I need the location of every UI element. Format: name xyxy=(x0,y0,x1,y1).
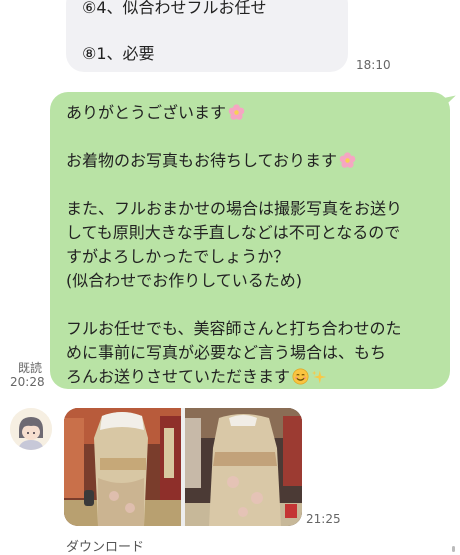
outgoing-message-text: ありがとうございます お着物のお写真もお待ちしております また、フルおまかせの場… xyxy=(66,101,446,389)
message-line: (似合わせでお作りしているため) xyxy=(66,271,303,290)
scroll-indicator xyxy=(452,546,455,552)
photo-message[interactable] xyxy=(64,408,302,526)
kimono-photo[interactable] xyxy=(185,408,302,526)
avatar-icon[interactable] xyxy=(10,408,52,450)
message-timestamp: 21:25 xyxy=(306,512,341,526)
message-line: フルお任せでも、美容師さんと打ち合わせのた xyxy=(66,319,402,338)
cherry-blossom-icon xyxy=(228,104,245,120)
message-timestamp: 18:10 xyxy=(356,58,391,72)
cherry-blossom-icon xyxy=(339,152,356,168)
message-timestamp: 20:28 xyxy=(10,375,45,389)
kimono-photo[interactable] xyxy=(64,408,181,526)
message-line: しても原則大きな手直しなどは不可となるので xyxy=(66,223,401,242)
sparkles-icon xyxy=(311,370,327,384)
message-line: すがよろしかったでしょうか？ xyxy=(66,247,290,266)
read-receipt-label: 既読 xyxy=(18,361,43,375)
download-link[interactable]: ダウンロード xyxy=(66,536,144,555)
incoming-message-line: ⑧1、必要 xyxy=(82,44,155,63)
message-line: ろんお送りさせていただきます xyxy=(66,367,291,386)
message-line: めに事前に写真が必要など言う場合は、もち xyxy=(66,343,387,362)
incoming-message-line: ⑥4、似合わせフルお任せ xyxy=(82,0,267,17)
message-line: ありがとうございます xyxy=(66,103,227,122)
message-line: また、フルおまかせの場合は撮影写真をお送り xyxy=(66,199,403,218)
message-line: お着物のお写真もお待ちしております xyxy=(66,151,338,170)
smiling-face-icon xyxy=(292,368,309,385)
